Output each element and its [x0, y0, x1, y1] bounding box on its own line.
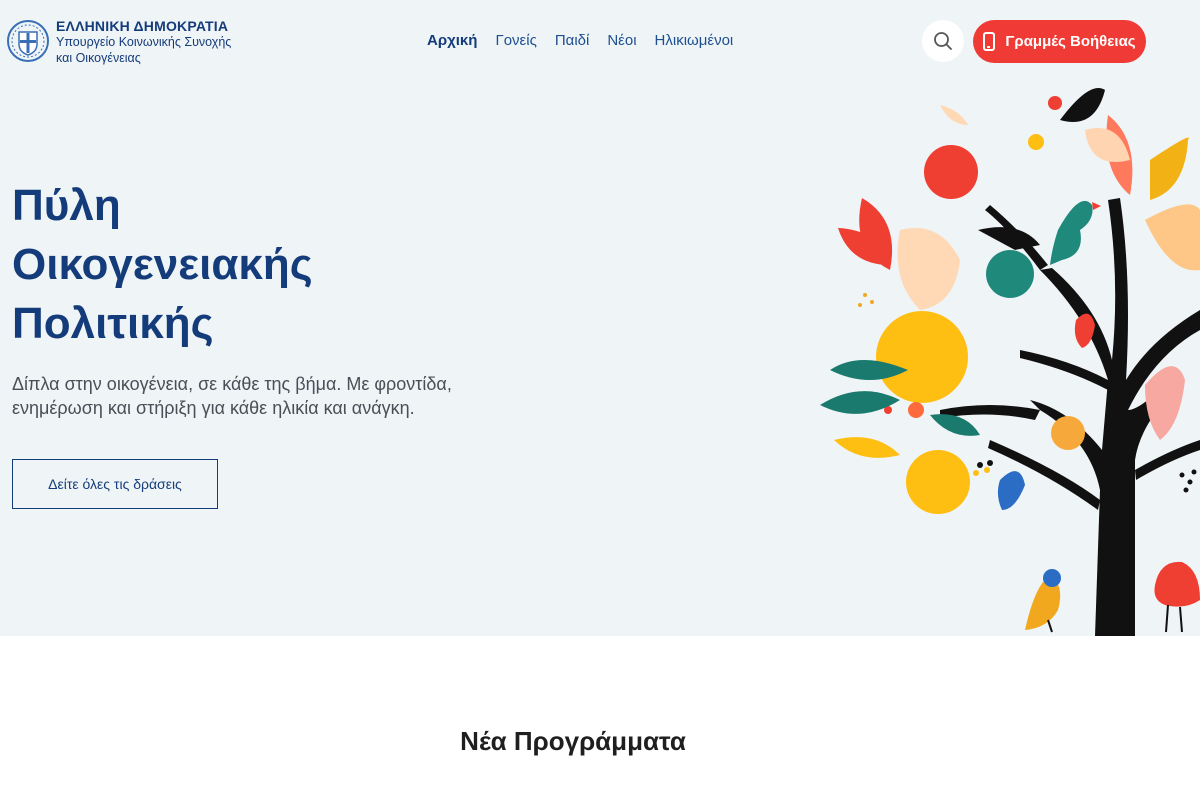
nav-item-home[interactable]: Αρχική [427, 32, 477, 49]
hero-description-line-1: Δίπλα στην οικογένεια, σε κάθε της βήμα.… [12, 374, 452, 394]
search-button[interactable] [922, 20, 964, 62]
main-nav: Αρχική Γονείς Παιδί Νέοι Ηλικιωμένοι [427, 32, 751, 49]
hero-section: ΕΛΛΗΝΙΚΗ ΔΗΜΟΚΡΑΤΙΑ Υπουργείο Κοινωνικής… [0, 0, 1200, 636]
logo-subtitle-line-2: και Οικογένειας [56, 51, 141, 65]
nav-item-parents[interactable]: Γονείς [495, 32, 536, 49]
phone-icon [983, 32, 996, 51]
site-header: ΕΛΛΗΝΙΚΗ ΔΗΜΟΚΡΑΤΙΑ Υπουργείο Κοινωνικής… [0, 0, 1200, 84]
logo-title: ΕΛΛΗΝΙΚΗ ΔΗΜΟΚΡΑΤΙΑ [56, 18, 229, 34]
new-programs-title: Νέα Προγράμματα [460, 726, 686, 756]
site-logo[interactable]: ΕΛΛΗΝΙΚΗ ΔΗΜΟΚΡΑΤΙΑ Υπουργείο Κοινωνικής… [6, 18, 231, 66]
hero-title-line-3: Πολιτικής [12, 299, 214, 348]
search-icon [934, 32, 952, 50]
helplines-label: Γραμμές Βοήθειας [1005, 33, 1136, 50]
hero-title: Πύλη Οικογενειακής Πολιτικής [12, 176, 432, 353]
nav-item-youth[interactable]: Νέοι [607, 32, 636, 49]
hero-title-line-1: Πύλη [12, 181, 121, 230]
hero-description-line-2: ενημέρωση και στήριξη για κάθε ηλικία κα… [12, 398, 415, 418]
hero-description: Δίπλα στην οικογένεια, σε κάθε της βήμα.… [12, 372, 482, 420]
view-all-actions-button[interactable]: Δείτε όλες τις δράσεις [12, 459, 218, 509]
tree-illustration [820, 88, 1200, 636]
logo-subtitle-line-1: Υπουργείο Κοινωνικής Συνοχής [56, 35, 232, 49]
hero-title-line-2: Οικογενειακής [12, 240, 313, 289]
nav-item-elderly[interactable]: Ηλικιωμένοι [655, 32, 734, 49]
greek-emblem-icon [7, 20, 49, 62]
nav-item-child[interactable]: Παιδί [555, 32, 590, 49]
helplines-button[interactable]: Γραμμές Βοήθειας [973, 20, 1146, 63]
